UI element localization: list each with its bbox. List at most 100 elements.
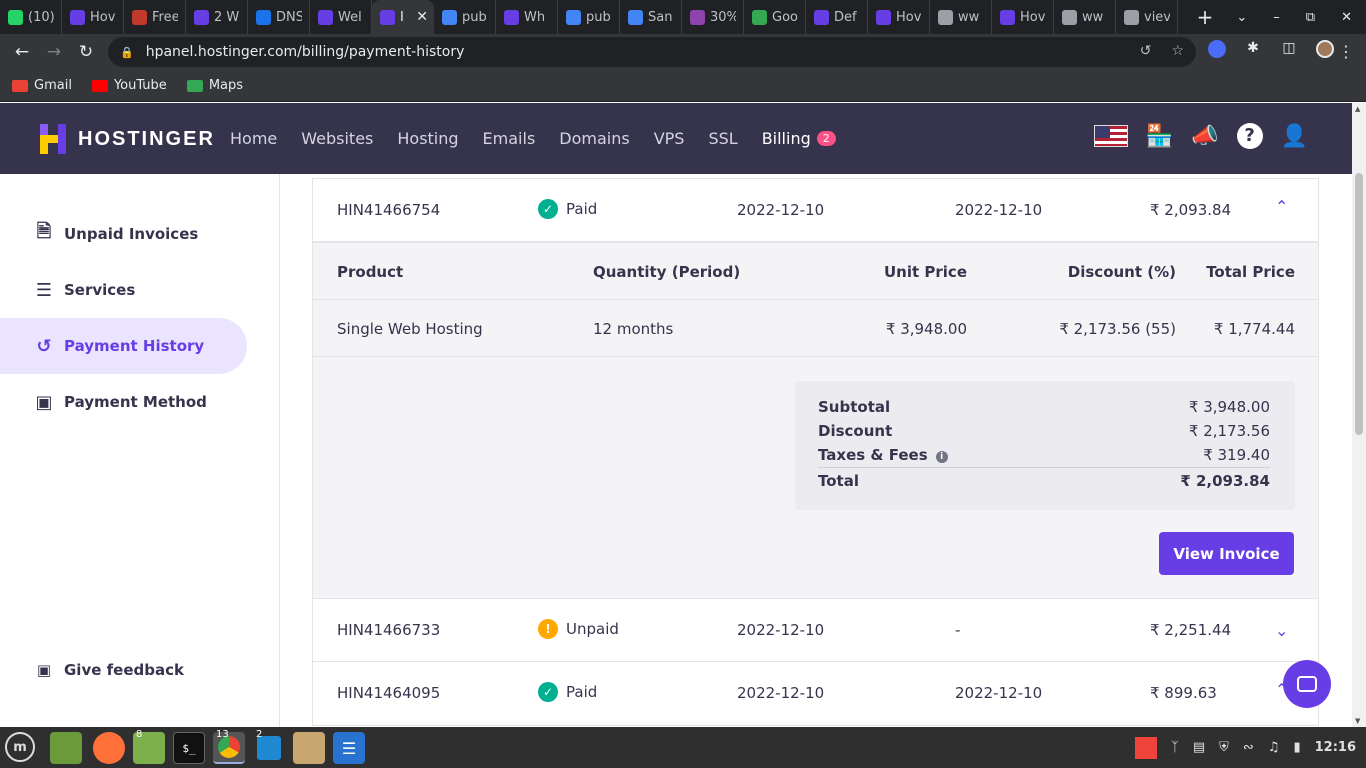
nav-hosting[interactable]: Hosting (397, 129, 458, 148)
extensions-icon[interactable]: ✱ (1244, 40, 1262, 58)
browser-tab[interactable]: Hov (62, 0, 124, 34)
back-icon[interactable]: ← (6, 42, 38, 62)
show-desktop-icon[interactable] (50, 732, 82, 764)
hostinger-icon (504, 9, 519, 25)
volume-icon[interactable]: ♫ (1268, 740, 1280, 755)
vscode-icon[interactable]: 2 (253, 729, 285, 764)
tab-search-icon[interactable]: ⌄ (1236, 10, 1247, 25)
payment-history-list: HIN41466754 ✓ Paid 2022-12-10 2022-12-10… (312, 174, 1319, 727)
anydesk-icon[interactable] (1135, 736, 1158, 759)
browser-tab[interactable]: pub (558, 0, 620, 34)
browser-tab[interactable]: pub (434, 0, 496, 34)
nav-vps[interactable]: VPS (654, 129, 685, 148)
store-icon[interactable]: 🏪 (1146, 124, 1173, 149)
bluetooth-icon[interactable]: ᛉ (1171, 740, 1179, 755)
terminal-icon[interactable]: $_ (173, 732, 205, 764)
nav-home[interactable]: Home (230, 129, 277, 148)
scroll-up-icon[interactable]: ▲ (1355, 105, 1360, 113)
tab-title: ww (1082, 9, 1104, 25)
forward-icon[interactable]: → (38, 42, 70, 62)
tab-title: (10) (28, 9, 54, 25)
globe-icon (1124, 9, 1139, 25)
page-scrollbar[interactable]: ▲ ▼ (1352, 103, 1366, 727)
restore-icon[interactable]: ⧉ (1306, 10, 1315, 25)
minimize-icon[interactable]: – (1273, 10, 1280, 25)
close-window-icon[interactable]: ✕ (1341, 10, 1352, 25)
browser-tab[interactable]: I ✕ (372, 0, 434, 34)
battery-icon[interactable]: ▮ (1293, 740, 1300, 755)
browser-tab[interactable]: Wh (496, 0, 558, 34)
side-panel-icon[interactable]: ◫ (1280, 40, 1298, 58)
nav-ssl[interactable]: SSL (708, 129, 737, 148)
mint-menu-icon[interactable]: m (5, 732, 35, 762)
hostinger-logo[interactable]: HOSTINGER (40, 124, 215, 154)
gmail-icon (12, 79, 28, 92)
us-flag-icon[interactable] (1093, 125, 1128, 147)
browser-tab[interactable]: San (620, 0, 682, 34)
chevron-down-icon[interactable]: ⌄ (1275, 621, 1288, 640)
megaphone-icon[interactable]: 📣 (1191, 124, 1218, 149)
nav-domains[interactable]: Domains (559, 129, 629, 148)
browser-tab[interactable]: ww (930, 0, 992, 34)
google-icon (752, 9, 767, 25)
bookmark-youtube[interactable]: YouTube (91, 78, 167, 93)
bookmark-gmail[interactable]: Gmail (12, 78, 72, 93)
help-icon[interactable]: ? (1236, 123, 1263, 149)
profile-avatar[interactable] (1316, 40, 1334, 58)
view-invoice-button[interactable]: View Invoice (1159, 532, 1294, 575)
browser-tab[interactable]: Free (124, 0, 186, 34)
address-bar[interactable]: 🔒 hpanel.hostinger.com/billing/payment-h… (108, 37, 1196, 67)
invoice-row[interactable]: HIN41464095 ✓ Paid 2022-12-10 2022-12-10… (312, 662, 1319, 726)
product-name: Single Web Hosting (337, 320, 483, 338)
scroll-down-icon[interactable]: ▼ (1355, 717, 1360, 725)
sidebar-item-services[interactable]: ☰ Services (0, 262, 247, 318)
text-editor-icon[interactable]: ☰ (333, 732, 365, 764)
nav-websites[interactable]: Websites (301, 129, 373, 148)
give-feedback-button[interactable]: ▣ Give feedback (0, 642, 247, 698)
live-chat-button[interactable] (1283, 660, 1331, 708)
browser-tab[interactable]: Hov (868, 0, 930, 34)
nav-billing[interactable]: Billing 2 (762, 129, 836, 148)
menu-kebab-icon[interactable]: ⋮ (1338, 42, 1354, 61)
account-icon[interactable]: 👤 (1281, 124, 1308, 149)
browser-tab[interactable]: Goo (744, 0, 806, 34)
share-icon[interactable]: ↺ (1140, 43, 1152, 59)
tab-title: Wh (524, 9, 546, 25)
invoice-row[interactable]: HIN41466754 ✓ Paid 2022-12-10 2022-12-10… (312, 178, 1319, 242)
browser-tab[interactable]: (10) (0, 0, 62, 34)
sidebar-item-payment-method[interactable]: ▣ Payment Method (0, 374, 247, 430)
shield-icon[interactable]: ⛨ (1219, 740, 1229, 755)
browser-tab[interactable]: viev (1116, 0, 1178, 34)
sidebar-item-label: Services (64, 281, 136, 299)
browser-tab[interactable]: 2 W (186, 0, 248, 34)
wifi-icon[interactable]: ∾ (1243, 740, 1254, 755)
product-quantity: 12 months (593, 320, 674, 338)
clock[interactable]: 12:16 (1315, 740, 1356, 755)
invoice-row[interactable]: HIN41466733 ! Unpaid 2022-12-10 - ₹ 2,25… (312, 598, 1319, 662)
sidebar-item-unpaid-invoices[interactable]: 🗎 Unpaid Invoices (0, 206, 247, 262)
browser-tab[interactable]: 30% (682, 0, 744, 34)
firefox-icon[interactable] (93, 732, 125, 764)
archive-icon[interactable] (293, 732, 325, 764)
whatsapp-icon (8, 9, 23, 25)
browser-tab[interactable]: DNS (248, 0, 310, 34)
chrome-icon[interactable]: 13 (213, 729, 245, 764)
files-icon[interactable]: 8 (133, 729, 165, 764)
firefox-relay-icon[interactable] (1208, 40, 1226, 58)
browser-tab[interactable]: Hov (992, 0, 1054, 34)
chevron-up-icon[interactable]: ⌃ (1275, 197, 1288, 216)
info-icon[interactable]: i (935, 451, 948, 463)
browser-tab[interactable]: Wel (310, 0, 372, 34)
new-tab-icon[interactable]: + (1190, 5, 1220, 29)
sidebar-item-payment-history[interactable]: ↺ Payment History (0, 318, 247, 374)
bookmark-star-icon[interactable]: ☆ (1171, 43, 1184, 59)
bookmark-maps[interactable]: Maps (186, 78, 243, 93)
scrollbar-thumb[interactable] (1355, 173, 1363, 435)
browser-tab[interactable]: ww (1054, 0, 1116, 34)
reload-icon[interactable]: ↻ (70, 42, 102, 62)
vscode-count: 2 (256, 729, 263, 740)
nav-emails[interactable]: Emails (483, 129, 536, 148)
close-tab-icon[interactable]: ✕ (416, 9, 428, 25)
clipboard-icon[interactable]: ▤ (1193, 740, 1205, 755)
browser-tab[interactable]: Def (806, 0, 868, 34)
